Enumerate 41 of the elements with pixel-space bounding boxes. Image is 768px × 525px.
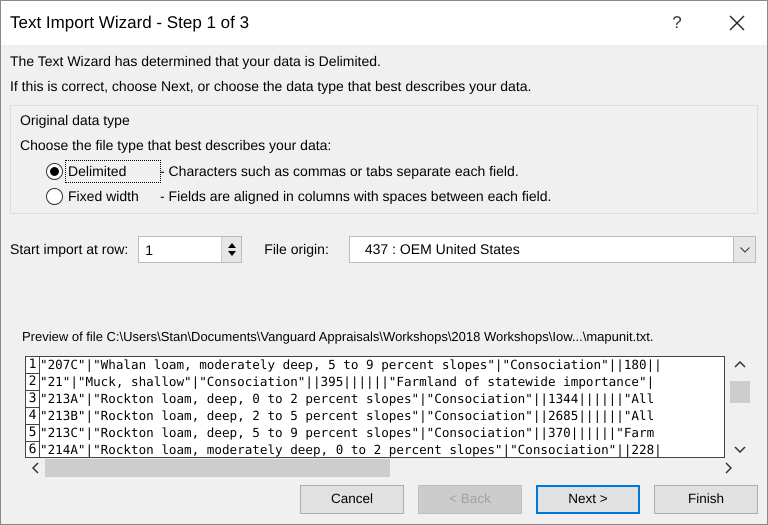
preview-line: "21"|"Muck, shallow"|"Consociation"||395||||||"Farmland of statewide importance"| bbox=[40, 374, 654, 390]
scroll-up-icon[interactable] bbox=[734, 360, 746, 368]
start-row-field[interactable]: 1 bbox=[138, 236, 242, 263]
preview-line: "214A"|"Rockton loam, moderately deep, 0 to 2 percent slopes"|"Consociation"||228| bbox=[40, 442, 662, 456]
window-title: Text Import Wizard - Step 1 of 3 bbox=[10, 12, 250, 34]
spin-up-icon[interactable] bbox=[228, 243, 236, 248]
line-number: 5 bbox=[26, 424, 40, 442]
chevron-down-icon bbox=[740, 246, 750, 252]
wizard-button[interactable]: Finish bbox=[654, 485, 758, 514]
file-origin-dropdown[interactable]: 437 : OEM United States bbox=[348, 236, 756, 263]
start-row-label: Start import at row: bbox=[10, 240, 128, 259]
group-title: Original data type bbox=[20, 111, 131, 130]
line-number: 3 bbox=[26, 390, 40, 408]
radio-button[interactable] bbox=[46, 188, 63, 205]
line-number: 4 bbox=[26, 408, 40, 424]
close-icon[interactable] bbox=[729, 15, 745, 31]
file-origin-label: File origin: bbox=[264, 240, 329, 259]
scrollbar-thumb[interactable] bbox=[45, 458, 390, 476]
option-label[interactable]: Fixed width bbox=[66, 186, 160, 207]
intro-text: The Text Wizard has determined that your data is Delimited. bbox=[10, 53, 382, 69]
group-prompt: Choose the file type that best describes your data: bbox=[20, 136, 332, 155]
preview-line: "213A"|"Rockton loam, deep, 0 to 2 percent slopes"|"Consociation"||1344||||||"All bbox=[40, 390, 654, 408]
line-number: 2 bbox=[26, 374, 40, 390]
line-number: 6 bbox=[26, 442, 40, 456]
intro-text: If this is correct, choose Next, or choose the data type that best describes your data. bbox=[10, 78, 532, 94]
option-label[interactable]: Delimited bbox=[66, 161, 160, 182]
radio-button[interactable] bbox=[46, 163, 63, 180]
preview-line: "213C"|"Rockton loam, deep, 5 to 9 percent slopes"|"Consociation"||370||||||"Farm bbox=[40, 424, 654, 442]
line-number: 1 bbox=[26, 356, 40, 374]
spin-down-icon[interactable] bbox=[228, 251, 236, 256]
preview-line: "213B"|"Rockton loam, deep, 2 to 5 percent slopes"|"Consociation"||2685||||||"All bbox=[40, 408, 654, 424]
help-button[interactable]: ? bbox=[647, 10, 707, 36]
scroll-right-icon[interactable] bbox=[725, 462, 732, 474]
wizard-button[interactable]: Cancel bbox=[300, 485, 404, 514]
wizard-button[interactable]: Next > bbox=[536, 485, 640, 514]
preview-line: "207C"|"Whalan loam, moderately deep, 5 to 9 percent slopes"|"Consociation"||180|| bbox=[40, 356, 662, 374]
option-description: - Fields are aligned in columns with spaces between each field. bbox=[160, 187, 552, 206]
preview-caption: Preview of file C:\Users\Stan\Documents\Vanguard Appraisals\Workshops\2018 Workshops\Iow...\mapunit.txt. bbox=[22, 328, 655, 346]
scroll-down-icon[interactable] bbox=[734, 446, 746, 452]
scrollbar-thumb[interactable] bbox=[730, 380, 750, 402]
scroll-left-icon[interactable] bbox=[32, 462, 39, 474]
